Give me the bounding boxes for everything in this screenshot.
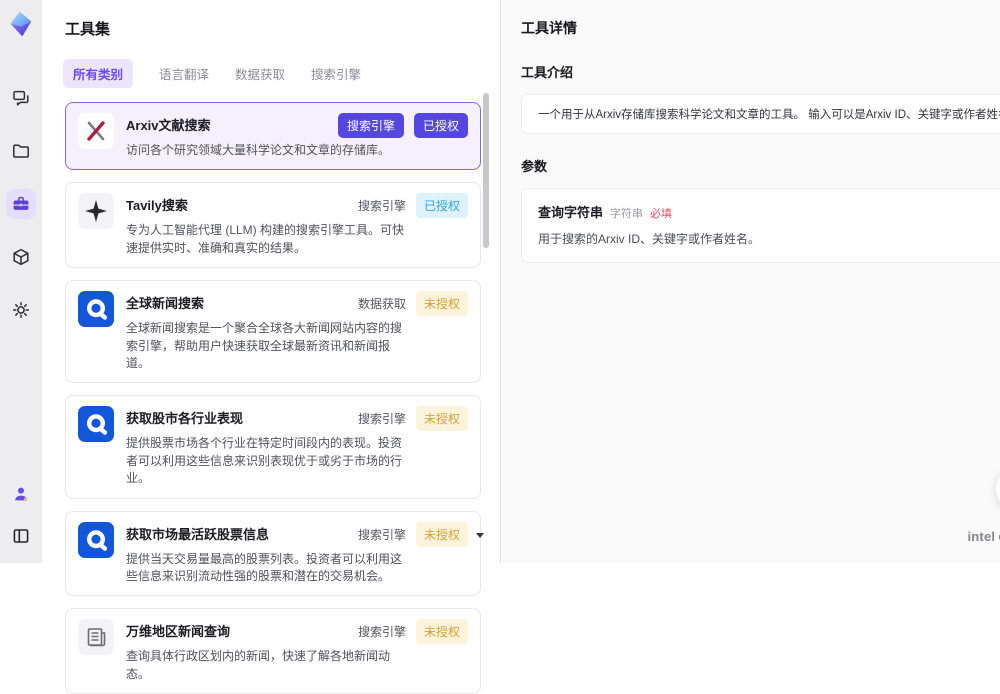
tool-icon-tile [78,291,114,328]
category-tab-label: 语言翻译 [159,68,210,82]
news-search-icon [87,414,108,436]
news-search-icon [87,529,108,551]
category-tab[interactable]: 数据获取 [235,59,285,88]
tool-name: 全球新闻搜索 [126,296,205,312]
category-tab-label: 所有类别 [73,68,124,82]
nav-models-icon[interactable] [6,242,36,272]
collapse-sidebar-icon[interactable] [6,521,36,551]
scroll-down-arrow-icon[interactable] [476,533,484,538]
tool-card[interactable]: 获取市场最活跃股票信息 搜索引擎 未授权 提供当天交易量最高的股票列表。投资者可… [65,510,481,597]
list-scrollbar-track[interactable] [483,90,489,555]
tool-category-badge: 搜索引擎 [357,199,406,214]
parameter-card: 查询字符串 字符串 必填 用于搜索的Arxiv ID、关键字或作者姓名。 [521,188,1000,263]
param-type: 字符串 [610,208,644,220]
tool-icon-tile [78,406,114,443]
page-title: 工具集 [65,21,111,38]
left-icon-rail [0,0,42,563]
intel-wordmark: intel [967,529,996,544]
tool-name: Tavily搜索 [126,198,188,214]
tool-name: Arxiv文献搜索 [126,118,211,133]
tool-list-panel: 工具集 所有类别 语言翻译 数据获取 搜索引擎 Arxiv文献搜索 搜索引擎 已授权 … [42,0,500,694]
intel-core-logo: intel CORE [967,530,1000,551]
category-tab[interactable]: 语言翻译 [159,59,209,88]
tool-description: 专为人工智能代理 (LLM) 构建的搜索引擎工具。可快速提供实时、准确和真实的结… [126,223,405,255]
tool-auth-badge: 未授权 [415,521,468,547]
tool-name: 万维地区新闻查询 [126,624,231,640]
tool-intro-text: 一个用于从Arxiv存储库搜索科学论文和文章的工具。 输入可以是Arxiv ID… [521,94,1000,134]
app-logo [8,10,34,43]
tool-category-badge: 搜索引擎 [337,113,404,138]
param-description: 用于搜索的Arxiv ID、关键字或作者姓名。 [538,232,761,246]
tool-description: 全球新闻搜索是一个聚合全球各大新闻网站内容的搜索引擎，帮助用户快速获取全球最新资… [126,321,403,370]
tool-icon-tile [78,521,114,558]
tool-description: 查询具体行政区划内的新闻，快速了解各地新闻动态。 [126,649,391,681]
tool-category-badge: 搜索引擎 [357,412,406,427]
tool-auth-badge: 未授权 [415,619,468,645]
news-search-icon [87,299,108,320]
tool-icon-tile [78,193,114,230]
nav-tools-icon[interactable] [6,189,36,219]
details-title: 工具详情 [521,20,577,36]
tool-name: 获取市场最活跃股票信息 [126,526,270,542]
download-button[interactable] [996,467,1000,511]
nav-chat-icon[interactable] [6,83,36,113]
tool-category-badge: 数据获取 [357,297,406,312]
params-heading: 参数 [521,159,548,174]
tool-card[interactable]: Arxiv文献搜索 搜索引擎 已授权 访问各个研究领域大量科学论文和文章的存储库… [65,102,481,171]
tool-name: 获取股市各行业表现 [126,411,244,427]
list-scrollbar-thumb[interactable] [483,93,489,248]
tool-auth-badge: 已授权 [413,113,468,138]
tool-icon-tile [78,113,114,149]
tool-description: 提供当天交易量最高的股票列表。投资者可以利用这些信息来识别流动性强的股票和潜在的… [126,551,403,583]
category-tab-label: 数据获取 [235,68,286,82]
tool-card[interactable]: 万维地区新闻查询 搜索引擎 未授权 查询具体行政区划内的新闻，快速了解各地新闻动… [65,608,481,694]
tool-icon-tile [78,619,114,656]
tool-auth-badge: 未授权 [415,406,468,432]
tool-auth-badge: 未授权 [415,291,468,317]
tool-category-badge: 搜索引擎 [357,527,406,542]
tool-description: 访问各个研究领域大量科学论文和文章的存储库。 [126,143,391,157]
category-tab[interactable]: 所有类别 [63,59,134,88]
nav-files-icon[interactable] [6,136,36,166]
tool-auth-badge: 已授权 [415,193,468,219]
category-tabs: 所有类别 语言翻译 数据获取 搜索引擎 [63,59,500,88]
param-required-flag: 必填 [650,208,673,220]
app-window: 工具集 所有类别 语言翻译 数据获取 搜索引擎 Arxiv文献搜索 搜索引擎 已授权 … [0,0,1000,694]
category-tab[interactable]: 搜索引擎 [311,59,361,88]
nav-settings-icon[interactable] [6,295,36,325]
tool-list: Arxiv文献搜索 搜索引擎 已授权 访问各个研究领域大量科学论文和文章的存储库… [65,102,481,694]
tool-card[interactable]: 获取股市各行业表现 搜索引擎 未授权 提供股票市场各个行业在特定时间段内的表现。… [65,395,481,499]
user-profile-icon[interactable] [6,479,36,509]
arxiv-icon [87,121,105,141]
tool-category-badge: 搜索引擎 [357,625,406,640]
tool-description: 提供股票市场各个行业在特定时间段内的表现。投资者可以利用这些信息来识别表现优于或… [126,436,403,486]
tool-card[interactable]: 全球新闻搜索 数据获取 未授权 全球新闻搜索是一个聚合全球各大新闻网站内容的搜索… [65,280,481,384]
newspaper-icon [87,628,106,647]
tool-details-panel: 工具详情 工具介绍 一个用于从Arxiv存储库搜索科学论文和文章的工具。 输入可… [500,0,1000,563]
category-tab-label: 搜索引擎 [311,68,362,82]
param-name: 查询字符串 [538,205,604,220]
intro-heading: 工具介绍 [521,65,574,80]
tavily-star-icon [85,200,107,223]
tool-card[interactable]: Tavily搜索 搜索引擎 已授权 专为人工智能代理 (LLM) 构建的搜索引擎… [65,182,481,269]
